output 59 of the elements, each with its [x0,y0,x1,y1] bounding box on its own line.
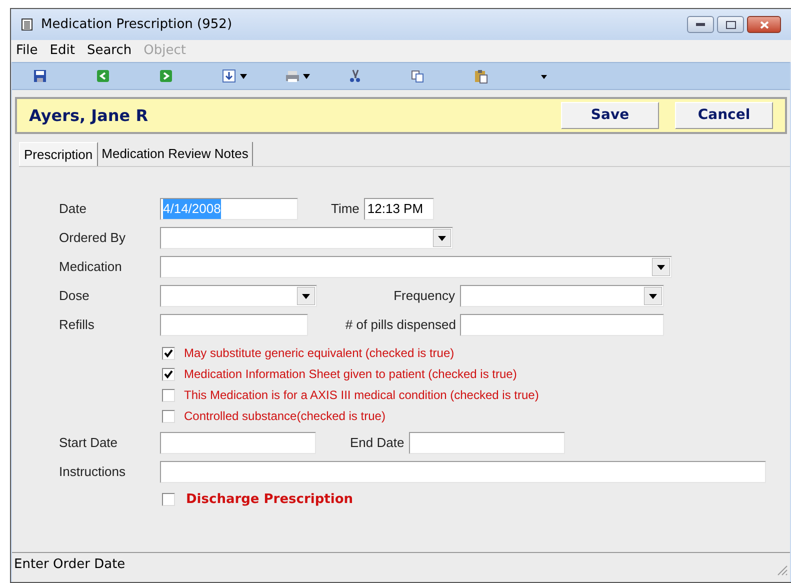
field-label: Dose [59,287,90,306]
caret-icon [644,287,662,305]
checkbox-label: Medication Information Sheet given to patient (checked is true) [184,366,517,383]
checkbox[interactable] [162,410,175,422]
close-button[interactable] [747,16,781,33]
instructions-field[interactable] [160,461,766,483]
clipboard-icon[interactable] [473,68,489,84]
menu-item[interactable]: File [16,41,38,61]
checkbox[interactable] [162,388,175,402]
copy-icon[interactable] [410,68,426,84]
field-label: Time [331,200,360,218]
caret-icon [433,229,451,247]
field-label: End Date [350,434,404,452]
checkbox-label: This Medication is for a AXIS III medical condition (checked is true) [184,387,539,404]
field-label: Refills [59,316,96,334]
tab[interactable]: Prescription [19,142,98,166]
minimize-button[interactable] [687,16,714,33]
ordered-by-dropdown[interactable] [160,227,453,249]
close-icon [760,20,768,28]
checkbox-label: May substitute generic equivalent (checked is true) [184,345,454,362]
field-label: # of pills dispensed [345,316,456,334]
pills-dispensed-field[interactable] [460,314,664,336]
checkbox[interactable] [162,368,175,380]
dose-dropdown[interactable] [160,285,317,307]
menu-item[interactable]: Edit [50,41,75,61]
field-label: Date [59,200,88,218]
start-date-field[interactable] [160,432,316,454]
caret-icon[interactable] [303,74,310,78]
frequency-dropdown[interactable] [460,285,664,307]
time-field[interactable]: 12:13 PM [364,198,434,220]
document-icon [21,18,33,31]
maximize-icon [726,20,736,28]
tab[interactable]: Medication Review Notes [98,142,254,166]
field-label: Start Date [59,434,119,452]
window-title: Medication Prescription (952) [41,16,232,34]
cancel-button[interactable]: Cancel [675,102,773,129]
checkbox[interactable] [162,493,175,506]
checkbox-label: Controlled substance(checked is true) [184,408,386,425]
maximize-button[interactable] [717,16,744,33]
medication-dropdown[interactable] [160,256,672,278]
end-date-field[interactable] [409,432,566,454]
field-label: Frequency [394,287,455,306]
field-label: Medication [59,258,123,276]
status-text: Enter Order Date [14,556,126,574]
caret-icon [297,287,315,305]
resize-grip-icon[interactable] [776,564,788,576]
patient-name: Ayers, Jane R [29,104,148,126]
field-label: Ordered By [59,229,126,248]
down-arrow-page-icon[interactable] [221,68,237,84]
checkbox[interactable] [162,346,175,360]
caret-icon[interactable] [240,74,247,78]
checkbox-label: Discharge Prescription [186,491,354,509]
refills-field[interactable] [160,314,308,336]
field-label: Instructions [59,463,126,482]
caret-icon [652,258,670,276]
menu-item[interactable]: Search [86,41,132,61]
scissors-icon[interactable] [347,68,363,84]
save-button[interactable]: Save [561,102,659,129]
minimize-icon [696,23,705,26]
